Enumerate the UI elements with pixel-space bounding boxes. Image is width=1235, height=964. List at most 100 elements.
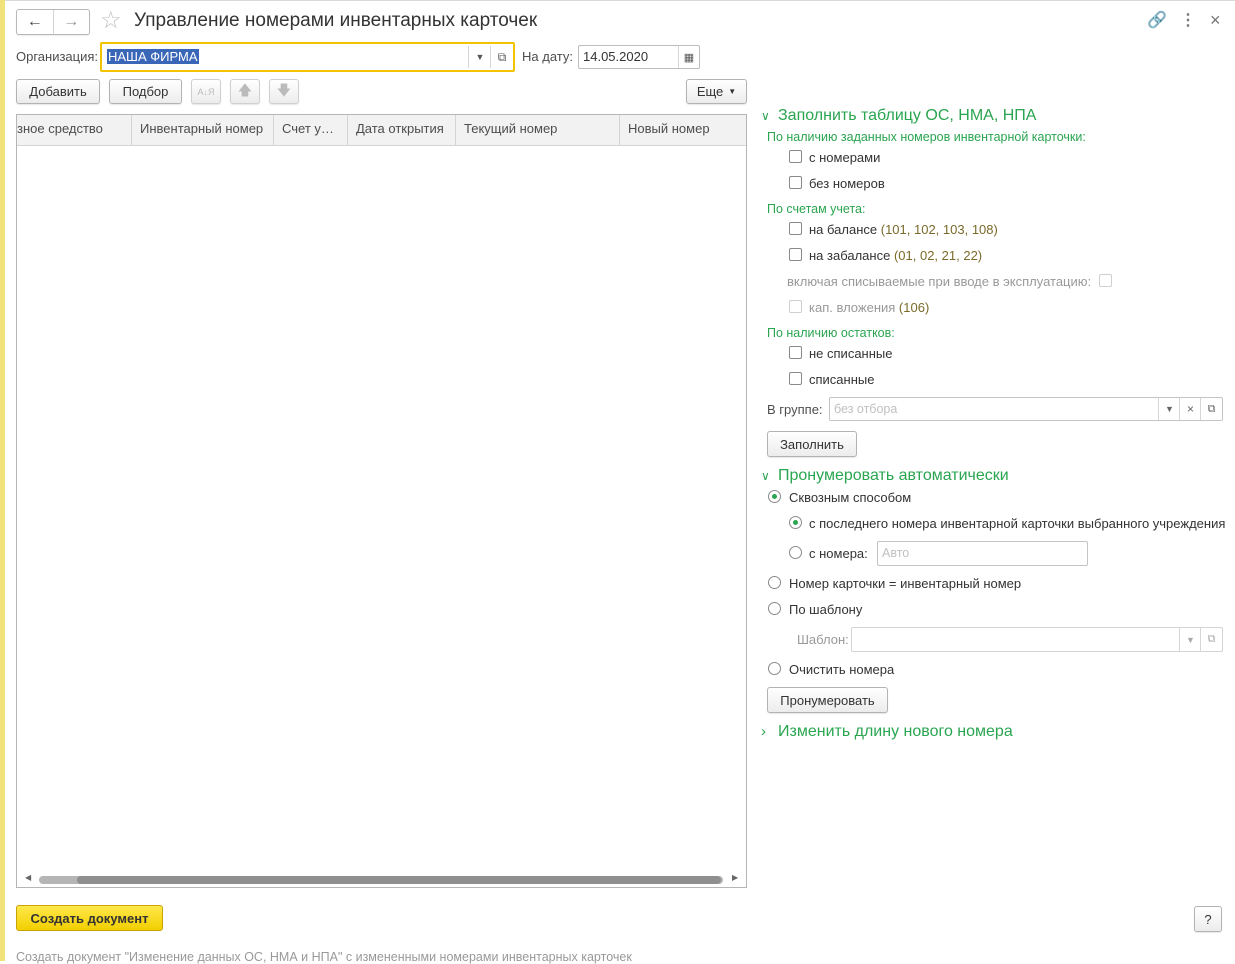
radio-selected-dot xyxy=(793,520,798,525)
chevron-down-icon: ∨ xyxy=(761,109,770,123)
favorite-star-icon[interactable]: ☆ xyxy=(100,7,122,35)
arrow-left-icon: ← xyxy=(26,13,43,30)
scroll-right-icon[interactable]: ▶ xyxy=(732,873,738,882)
chevron-down-icon: ▼ xyxy=(728,87,737,96)
from-number-radio[interactable] xyxy=(789,546,802,559)
group-label-by-balances: По наличию остатков: xyxy=(767,326,895,340)
card-eq-inventory-radio[interactable] xyxy=(768,576,781,589)
from-last-number-radio[interactable] xyxy=(789,516,802,529)
capital-investments-text: кап. вложения xyxy=(809,300,896,315)
help-button[interactable]: ? xyxy=(1194,906,1222,932)
group-filter-label: В группе: xyxy=(767,402,823,417)
not-written-off-label: не списанные xyxy=(809,346,893,361)
create-document-button[interactable]: Создать документ xyxy=(16,905,163,931)
from-number-placeholder: Авто xyxy=(882,546,910,560)
scrollbar-thumb[interactable] xyxy=(77,876,721,884)
template-field[interactable]: ▼ ⧉ xyxy=(851,627,1223,652)
clear-icon[interactable]: × xyxy=(1179,398,1201,420)
dropdown-icon[interactable]: ▼ xyxy=(1179,628,1201,651)
date-value: 14.05.2020 xyxy=(583,49,649,64)
date-field[interactable]: 14.05.2020 ▦ xyxy=(578,45,700,69)
table-header: зное средство Инвентарный номер Счет у… … xyxy=(17,115,746,146)
auto-number-section-title: Пронумеровать автоматически xyxy=(778,467,1009,484)
scroll-left-icon[interactable]: ◀ xyxy=(25,873,31,882)
clear-numbers-radio[interactable] xyxy=(768,662,781,675)
fill-button[interactable]: Заполнить xyxy=(767,431,857,457)
written-off-label: списанные xyxy=(809,372,875,387)
written-off-checkbox[interactable] xyxy=(789,372,802,385)
close-icon[interactable]: × xyxy=(1210,9,1221,31)
link-icon[interactable]: 🔗 xyxy=(1147,10,1167,32)
column-header[interactable]: Счет у… xyxy=(274,115,348,145)
on-balance-text: на балансе xyxy=(809,222,878,237)
open-icon[interactable]: ⧉ xyxy=(490,46,513,68)
chevron-down-icon: ∨ xyxy=(761,469,770,483)
calendar-icon[interactable]: ▦ xyxy=(678,46,699,68)
including-written-off-checkbox[interactable] xyxy=(1099,274,1112,287)
not-written-off-checkbox[interactable] xyxy=(789,346,802,359)
clear-numbers-label: Очистить номера xyxy=(789,662,895,677)
more-button-label: Еще xyxy=(696,84,724,99)
column-header[interactable]: Новый номер xyxy=(620,115,746,145)
with-numbers-checkbox[interactable] xyxy=(789,150,802,163)
on-balance-accounts: (101, 102, 103, 108) xyxy=(880,222,998,237)
off-balance-label: на забалансе (01, 02, 21, 22) xyxy=(809,248,982,263)
footer-note: Создать документ "Изменение данных ОС, Н… xyxy=(16,950,632,964)
sort-icon[interactable]: A↓Я xyxy=(191,79,221,104)
dropdown-icon[interactable]: ▼ xyxy=(1158,398,1180,420)
group-filter-field[interactable]: без отбора ▼ × ⧉ xyxy=(829,397,1223,421)
capital-investments-account: (106) xyxy=(898,300,930,315)
window-title: Управление номерами инвентарных карточек xyxy=(134,10,538,31)
on-balance-checkbox[interactable] xyxy=(789,222,802,235)
more-button[interactable]: Еще ▼ xyxy=(686,79,747,104)
fill-section-title: Заполнить таблицу ОС, НМА, НПА xyxy=(778,107,1037,124)
cards-table[interactable]: зное средство Инвентарный номер Счет у… … xyxy=(16,114,747,888)
pick-button[interactable]: Подбор xyxy=(109,79,182,104)
left-accent-bar xyxy=(0,0,5,961)
from-last-number-label: с последнего номера инвентарной карточки… xyxy=(809,516,1226,531)
column-header[interactable]: Инвентарный номер xyxy=(132,115,274,145)
group-label-by-accounts: По счетам учета: xyxy=(767,202,866,216)
capital-investments-checkbox[interactable] xyxy=(789,300,802,313)
date-label: На дату: xyxy=(522,49,573,64)
from-number-label: с номера: xyxy=(809,546,868,561)
through-method-label: Сквозным способом xyxy=(789,490,912,505)
chevron-right-icon: › xyxy=(761,723,766,740)
by-template-radio[interactable] xyxy=(768,602,781,615)
move-up-icon[interactable]: 🡅 xyxy=(230,79,260,104)
by-template-label: По шаблону xyxy=(789,602,863,617)
off-balance-accounts: (01, 02, 21, 22) xyxy=(893,248,983,263)
group-label-by-numbers: По наличию заданных номеров инвентарной … xyxy=(767,130,1086,144)
auto-number-section-header[interactable]: ∨ Пронумеровать автоматически xyxy=(761,467,1009,485)
organization-field[interactable]: НАША ФИРМА ▼ ⧉ xyxy=(100,42,515,72)
column-header[interactable]: Дата открытия xyxy=(348,115,456,145)
move-down-icon[interactable]: 🡇 xyxy=(269,79,299,104)
number-button[interactable]: Пронумеровать xyxy=(767,687,888,713)
through-method-radio[interactable] xyxy=(768,490,781,503)
from-number-input[interactable]: Авто xyxy=(877,541,1088,566)
card-eq-inventory-label: Номер карточки = инвентарный номер xyxy=(789,576,1022,591)
fill-section-header[interactable]: ∨ Заполнить таблицу ОС, НМА, НПА xyxy=(761,107,1036,125)
horizontal-scrollbar[interactable] xyxy=(39,876,723,884)
radio-selected-dot xyxy=(772,494,777,499)
column-header[interactable]: Текущий номер xyxy=(456,115,620,145)
arrow-right-icon: → xyxy=(63,13,80,30)
open-icon[interactable]: ⧉ xyxy=(1200,628,1222,651)
dropdown-icon[interactable]: ▼ xyxy=(468,46,491,68)
navigation-group: ← → xyxy=(16,9,90,35)
more-actions-icon[interactable]: ⋮ xyxy=(1180,10,1196,32)
organization-label: Организация: xyxy=(16,49,99,64)
forward-button[interactable]: → xyxy=(52,10,90,34)
open-icon[interactable]: ⧉ xyxy=(1200,398,1222,420)
with-numbers-label: с номерами xyxy=(809,150,881,165)
length-section-header[interactable]: › Изменить длину нового номера xyxy=(761,723,1013,741)
template-label: Шаблон: xyxy=(797,632,849,647)
without-numbers-checkbox[interactable] xyxy=(789,176,802,189)
off-balance-checkbox[interactable] xyxy=(789,248,802,261)
top-border xyxy=(5,0,1235,1)
column-header[interactable]: зное средство xyxy=(17,115,132,145)
back-button[interactable]: ← xyxy=(17,10,53,34)
add-button[interactable]: Добавить xyxy=(16,79,100,104)
including-written-off-label: включая списываемые при вводе в эксплуат… xyxy=(787,274,1092,289)
capital-investments-label: кап. вложения (106) xyxy=(809,300,929,315)
